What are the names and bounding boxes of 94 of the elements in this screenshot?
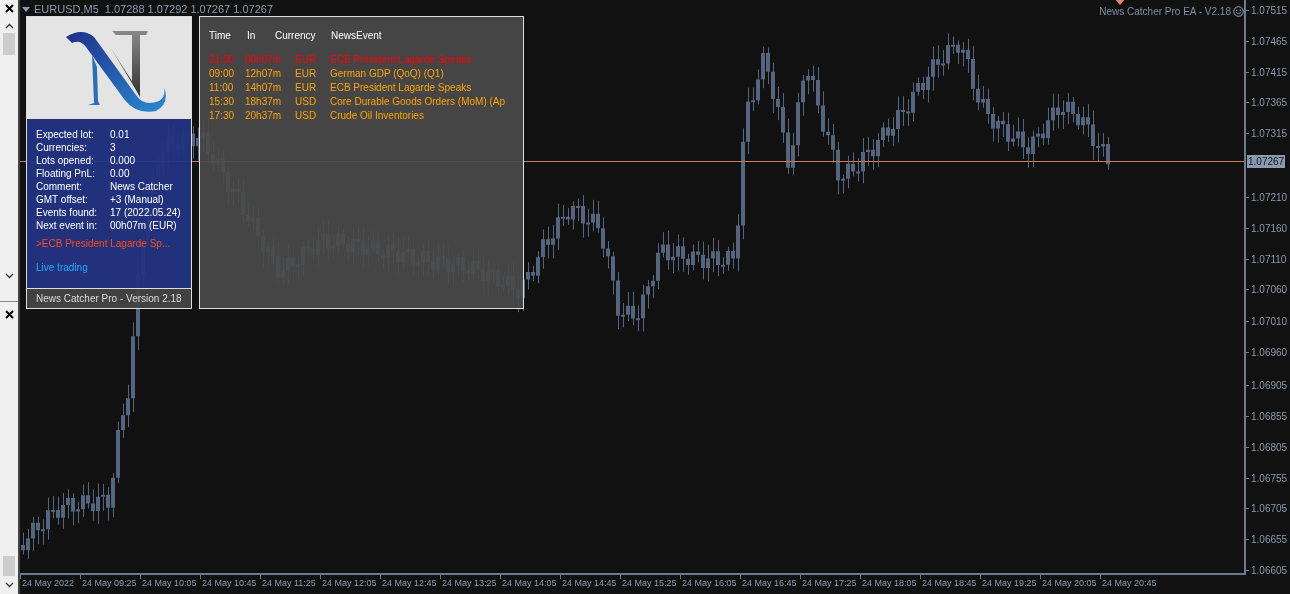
price-label: 1.07210 (1251, 190, 1288, 205)
status-text: Live trading (36, 261, 89, 275)
scroll-down-icon[interactable] (4, 273, 14, 279)
quotes-text: 1.07288 1.07292 1.07267 1.07267 (104, 2, 273, 17)
info-value: 0.00 (110, 167, 130, 180)
table-cell-text: Crude Oil Inventories (330, 109, 425, 123)
time-label: 24 May 10:45 (202, 577, 257, 590)
price-label: 1.06605 (1251, 563, 1288, 578)
time-label: 24 May 20:05 (1042, 577, 1097, 590)
table-cell-text: 21:00 (209, 53, 236, 67)
column-header: NewsEvent (331, 29, 383, 43)
table-cell-text: Core Durable Goods Orders (MoM) (Ap (330, 95, 507, 109)
info-label: Events found: (36, 206, 99, 219)
table-cell-text: 17:30 (209, 109, 236, 123)
time-label: 24 May 18:05 (862, 577, 917, 590)
scrollbar-thumb[interactable] (3, 556, 15, 576)
table-cell-text: German GDP (QoQ) (Q1) (330, 67, 445, 81)
time-label: 24 May 20:45 (1102, 577, 1157, 590)
column-header: In (247, 29, 257, 43)
time-label: 24 May 13:25 (442, 577, 497, 590)
close-icon[interactable] (4, 310, 14, 319)
price-label: 1.07515 (1251, 3, 1288, 18)
price-label: 1.07315 (1251, 126, 1288, 141)
table-cell-text: ECB President Lagarde Speaks (330, 53, 473, 67)
version-text: News Catcher Pro - Version 2.18 (36, 292, 182, 306)
info-value: News Catcher (110, 180, 173, 193)
table-cell-text: 11:00 (209, 81, 235, 95)
time-label: 24 May 19:25 (982, 577, 1037, 590)
price-label: 1.06705 (1251, 501, 1288, 516)
info-label: Floating PnL: (36, 167, 96, 180)
table-cell-text: EUR (295, 53, 318, 67)
dropdown-icon[interactable] (22, 6, 30, 12)
price-label: 1.07060 (1251, 282, 1288, 297)
table-cell-text: 09:00 (209, 67, 236, 81)
current-price-tag: 1.07267 (1247, 155, 1286, 168)
price-label: 1.06755 (1251, 471, 1288, 486)
price-label: 1.07110 (1251, 252, 1287, 267)
time-label: 24 May 18:45 (922, 577, 977, 590)
time-label: 24 May 09:25 (82, 577, 137, 590)
time-label: 24 May 15:25 (622, 577, 677, 590)
table-cell-text: 15:30 (209, 95, 236, 109)
info-value: 00h07m (EUR) (110, 219, 177, 232)
scroll-down-icon[interactable] (4, 582, 14, 588)
price-label: 1.07160 (1251, 221, 1288, 236)
info-label: GMT offset: (36, 193, 89, 206)
info-label: Currencies: (36, 141, 89, 154)
info-label: Lots opened: (36, 154, 95, 167)
price-label: 1.06905 (1251, 378, 1288, 393)
time-label: 24 May 12:45 (382, 577, 437, 590)
column-header: Time (209, 29, 232, 43)
time-label: 24 May 16:45 (742, 577, 797, 590)
arrow-marker-icon (1115, 0, 1125, 5)
info-value: 0.01 (110, 128, 130, 141)
time-label: 24 May 14:05 (502, 577, 557, 590)
table-cell-text: USD (295, 95, 318, 109)
symbol-label: EURUSD,M5 (34, 2, 99, 17)
price-label: 1.07415 (1251, 65, 1288, 80)
table-cell-text: 00h07m (245, 53, 283, 67)
price-label: 1.06855 (1251, 409, 1288, 424)
time-label: 24 May 11:25 (262, 577, 316, 590)
scroll-up-icon[interactable] (4, 23, 14, 29)
price-label: 1.06960 (1251, 345, 1288, 360)
info-value: 3 (110, 141, 116, 154)
table-cell-text: EUR (295, 81, 318, 95)
smiley-icon (1233, 6, 1244, 17)
expert-advisor-label: News Catcher Pro EA - V2.18 (1099, 6, 1231, 17)
info-label: Next event in: (36, 219, 99, 232)
price-label: 1.06805 (1251, 440, 1288, 455)
info-label: Comment: (36, 180, 84, 193)
table-cell-text: USD (295, 109, 318, 123)
table-cell-text: 14h07m (245, 81, 283, 95)
table-cell-text: 18h37m (245, 95, 283, 109)
info-value: +3 (Manual) (110, 193, 164, 206)
close-icon[interactable] (4, 4, 14, 13)
info-value: 17 (2022.05.24) (110, 206, 181, 219)
time-label: 24 May 17:25 (802, 577, 857, 590)
info-value: 0.000 (110, 154, 136, 167)
next-event-text: >ECB President Lagarde Sp... (36, 237, 172, 251)
price-label: 1.07365 (1251, 95, 1288, 110)
time-label: 24 May 14:45 (562, 577, 617, 590)
table-cell-text: 12h07m (245, 67, 283, 81)
price-label: 1.06655 (1251, 532, 1288, 547)
table-cell-text: 20h37m (245, 109, 283, 123)
price-label: 1.07465 (1251, 34, 1288, 49)
table-cell-text: ECB President Lagarde Speaks (330, 81, 473, 95)
scrollbar-thumb[interactable] (3, 33, 15, 55)
price-label: 1.07010 (1251, 314, 1288, 329)
info-label: Expected lot: (36, 128, 95, 141)
table-cell-text: EUR (295, 67, 318, 81)
time-label: 24 May 12:05 (322, 577, 377, 590)
time-label: 24 May 10:05 (142, 577, 197, 590)
column-header: Currency (275, 29, 317, 43)
time-label: 24 May 16:05 (682, 577, 737, 590)
time-label: 24 May 2022 (22, 577, 75, 590)
